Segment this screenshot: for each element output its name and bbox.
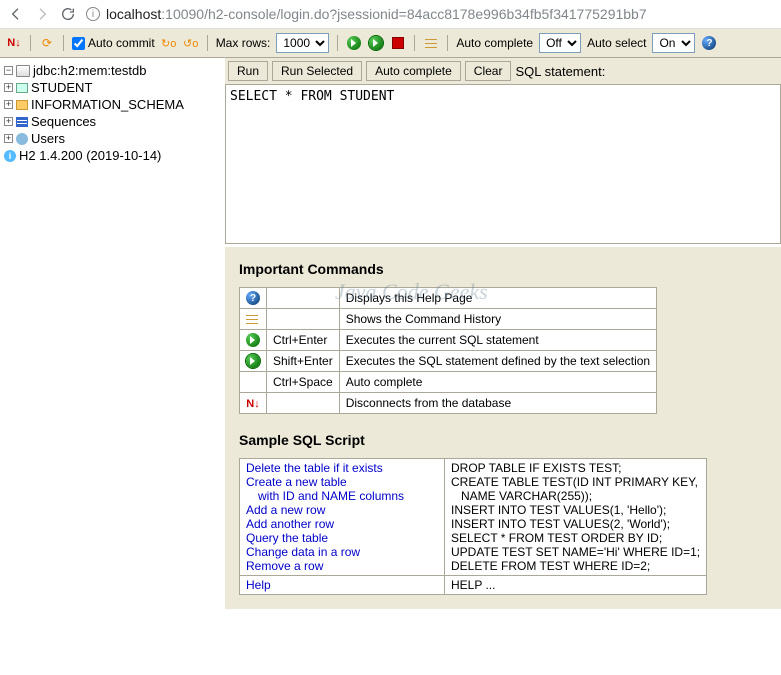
expand-icon[interactable]: + [4, 134, 13, 143]
tree-label: STUDENT [31, 80, 92, 95]
separator [63, 35, 64, 51]
cmd-desc: Shows the Command History [339, 309, 656, 330]
tree-label: H2 1.4.200 (2019-10-14) [19, 148, 161, 163]
table-row: Shows the Command History [240, 309, 657, 330]
script-table: Delete the table if it exists Create a n… [239, 458, 707, 595]
tree-sequences[interactable]: + Sequences [4, 113, 221, 130]
expand-icon[interactable]: + [4, 100, 13, 109]
table-icon [16, 83, 28, 93]
expand-icon[interactable]: − [4, 66, 13, 75]
separator [207, 35, 208, 51]
sql-input[interactable] [225, 84, 781, 244]
cmd-desc: Executes the SQL statement defined by th… [339, 351, 656, 372]
max-rows-label: Max rows: [216, 36, 271, 50]
table-row: Ctrl+SpaceAuto complete [240, 372, 657, 393]
history-icon[interactable] [423, 35, 439, 51]
table-row: Ctrl+EnterExecutes the current SQL state… [240, 330, 657, 351]
info-icon: i [4, 150, 16, 162]
history-icon [246, 313, 258, 325]
tree-users[interactable]: + Users [4, 130, 221, 147]
cmd-key: Ctrl+Space [267, 372, 340, 393]
separator [337, 35, 338, 51]
tree-schema[interactable]: + INFORMATION_SCHEMA [4, 96, 221, 113]
auto-complete-label: Auto complete [456, 36, 533, 50]
commands-heading: Important Commands [239, 261, 767, 277]
run-icon [246, 333, 260, 347]
clear-button[interactable]: Clear [465, 61, 512, 81]
sql-label: SQL statement: [515, 64, 605, 79]
address-bar[interactable]: i localhost:10090/h2-console/login.do?js… [86, 6, 773, 22]
users-icon [16, 133, 28, 145]
auto-select-select[interactable]: On [652, 33, 695, 53]
expand-icon[interactable]: + [4, 117, 13, 126]
script-help-sql: HELP ... [445, 576, 707, 595]
url-text: localhost:10090/h2-console/login.do?jses… [106, 6, 647, 22]
tree-label: INFORMATION_SCHEMA [31, 97, 184, 112]
run-selected-icon[interactable] [368, 35, 384, 51]
tree-label: Sequences [31, 114, 96, 129]
script-labels[interactable]: Delete the table if it exists Create a n… [240, 459, 445, 576]
tree-label: jdbc:h2:mem:testdb [33, 63, 146, 78]
sql-toolbar: Run Run Selected Auto complete Clear SQL… [225, 58, 781, 84]
script-heading: Sample SQL Script [239, 432, 767, 448]
run-selected-button[interactable]: Run Selected [272, 61, 362, 81]
rollback-icon[interactable]: ↺o [183, 35, 199, 51]
grid-icon [16, 117, 28, 127]
table-row: ? Displays this Help Page [240, 288, 657, 309]
sidebar: − jdbc:h2:mem:testdb + STUDENT + INFORMATIO… [0, 58, 225, 609]
tree-table-student[interactable]: + STUDENT [4, 79, 221, 96]
folder-icon [16, 100, 28, 110]
commands-panel: Java Code Geeks Important Commands ?Disp… [225, 247, 781, 609]
run-selected-icon [246, 354, 260, 368]
max-rows-select[interactable]: 1000 [276, 33, 329, 53]
table-row: Help HELP ... [240, 576, 707, 595]
auto-commit-checkbox[interactable]: Auto commit [72, 36, 155, 50]
disconnect-icon[interactable]: N↓ [6, 35, 22, 51]
toolbar: N↓ ⟳ Auto commit ↻o ↺o Max rows: 1000 Au… [0, 29, 781, 58]
table-row: Delete the table if it exists Create a n… [240, 459, 707, 576]
tree-label: Users [31, 131, 65, 146]
cmd-key: Shift+Enter [267, 351, 340, 372]
tree-version: iH2 1.4.200 (2019-10-14) [4, 147, 221, 164]
stop-icon[interactable] [390, 35, 406, 51]
browser-bar: i localhost:10090/h2-console/login.do?js… [0, 0, 781, 29]
auto-complete-select[interactable]: Off [539, 33, 581, 53]
cmd-key [267, 309, 340, 330]
auto-complete-button[interactable]: Auto complete [366, 61, 461, 81]
run-icon[interactable] [346, 35, 362, 51]
cmd-desc: Displays this Help Page [339, 288, 656, 309]
cmd-desc: Executes the current SQL statement [339, 330, 656, 351]
script-help-label[interactable]: Help [240, 576, 445, 595]
script-sql: DROP TABLE IF EXISTS TEST; CREATE TABLE … [445, 459, 707, 576]
table-row: N↓ Disconnects from the database [240, 393, 657, 414]
info-icon: i [86, 7, 100, 21]
help-icon: ? [246, 291, 260, 305]
auto-commit-input[interactable] [72, 37, 85, 50]
separator [414, 35, 415, 51]
cmd-desc: Disconnects from the database [339, 393, 656, 414]
expand-icon[interactable]: + [4, 83, 13, 92]
separator [30, 35, 31, 51]
reload-button[interactable] [60, 6, 76, 22]
run-button[interactable]: Run [228, 61, 268, 81]
back-button[interactable] [8, 6, 24, 22]
table-row: Shift+EnterExecutes the SQL statement de… [240, 351, 657, 372]
disconnect-icon: N↓ [246, 398, 259, 410]
forward-button[interactable] [34, 6, 50, 22]
help-icon[interactable]: ? [701, 35, 717, 51]
cmd-key [267, 393, 340, 414]
refresh-icon[interactable]: ⟳ [39, 35, 55, 51]
commands-table: ? Displays this Help Page Shows the Comma… [239, 287, 657, 414]
separator [447, 35, 448, 51]
auto-select-label: Auto select [587, 36, 646, 50]
content: Run Run Selected Auto complete Clear SQL… [225, 58, 781, 609]
database-icon [16, 65, 30, 77]
commit-icon[interactable]: ↻o [161, 35, 177, 51]
cmd-key [267, 288, 340, 309]
tree-db[interactable]: − jdbc:h2:mem:testdb [4, 62, 221, 79]
cmd-key: Ctrl+Enter [267, 330, 340, 351]
cmd-desc: Auto complete [339, 372, 656, 393]
